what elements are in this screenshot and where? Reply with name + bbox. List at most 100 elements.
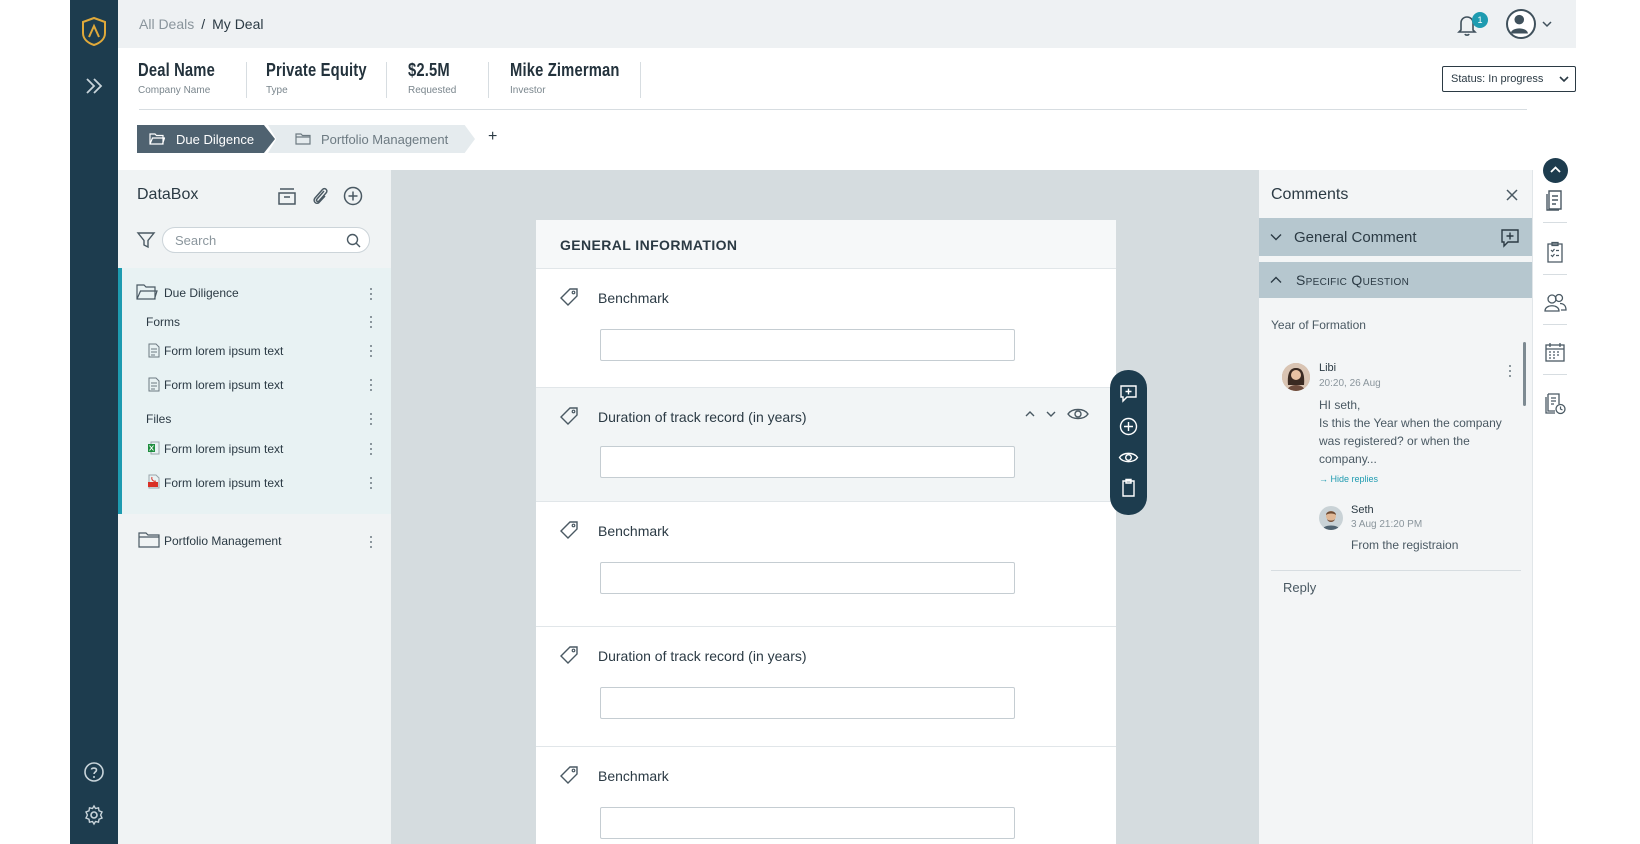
comments-title: Comments — [1271, 186, 1349, 203]
deal-requested-field: $2.5M Requested — [408, 60, 459, 96]
hide-replies-link[interactable]: → Hide replies — [1319, 474, 1378, 484]
folder-open-icon — [136, 284, 158, 300]
tab-due-diligence[interactable]: Due Dilgence — [137, 125, 275, 153]
question-row[interactable]: Benchmark — [536, 501, 1116, 626]
tree-item-due-diligence[interactable]: Due Diligence — [164, 286, 239, 300]
question-answer-input[interactable] — [600, 562, 1015, 594]
question-answer-input[interactable] — [600, 329, 1015, 361]
tree-item-form-2[interactable]: Form lorem ipsum text — [164, 378, 283, 392]
more-vertical-icon[interactable] — [369, 344, 373, 358]
comment-body-line: company... — [1319, 452, 1377, 466]
tag-icon — [560, 646, 578, 664]
more-vertical-icon[interactable] — [369, 378, 373, 392]
search-icon[interactable] — [346, 233, 361, 248]
specific-question-section[interactable]: Specific Question — [1259, 262, 1532, 298]
top-bar: All Deals / My Deal 1 — [118, 0, 1576, 48]
breadcrumb: All Deals / My Deal — [139, 16, 264, 32]
tree-item-file-2[interactable]: Form lorem ipsum text — [164, 476, 283, 490]
form-section-header: GENERAL INFORMATION — [536, 220, 1116, 268]
settings-gear-icon[interactable] — [82, 803, 106, 827]
excel-file-icon — [148, 441, 160, 455]
chevron-up-icon — [1550, 166, 1561, 173]
tag-icon — [560, 288, 578, 306]
comment-time: 20:20, 26 Aug — [1319, 378, 1381, 389]
floating-toolbar — [1110, 370, 1147, 515]
add-tab-button[interactable]: + — [488, 128, 497, 146]
user-avatar[interactable] — [1506, 9, 1536, 39]
question-answer-input[interactable] — [600, 687, 1015, 719]
divider — [1271, 570, 1521, 571]
pdf-file-icon — [148, 474, 160, 489]
tab-portfolio-management-label: Portfolio Management — [321, 132, 449, 147]
specific-question-label: Specific Question — [1296, 272, 1410, 288]
question-answer-input[interactable] — [600, 807, 1015, 839]
deal-investor-field: Mike Zimerman Investor — [510, 60, 644, 96]
question-row[interactable]: Duration of track record (in years) — [536, 626, 1116, 746]
deal-investor-label: Investor — [510, 85, 546, 96]
attachment-icon[interactable] — [309, 185, 331, 207]
databox-tree-due-diligence: Due Diligence Forms Form lorem ipsum tex… — [118, 268, 391, 514]
comments-scrollbar[interactable] — [1523, 342, 1526, 406]
chevron-down-icon — [1559, 76, 1569, 83]
filter-icon[interactable] — [136, 230, 156, 250]
tab-due-diligence-label: Due Dilgence — [176, 132, 255, 147]
add-circle-icon[interactable] — [342, 185, 364, 207]
deal-name-label: Company Name — [138, 85, 211, 96]
move-down-chevron-icon[interactable] — [1042, 405, 1060, 423]
header-divider — [139, 109, 1527, 110]
more-vertical-icon[interactable] — [369, 315, 373, 329]
comment-body-line: Is this the Year when the company — [1319, 416, 1502, 430]
archive-icon[interactable] — [276, 185, 298, 207]
more-vertical-icon[interactable] — [369, 442, 373, 456]
reply-author: Seth — [1351, 504, 1374, 516]
tag-icon — [560, 766, 578, 784]
divider — [1543, 222, 1567, 223]
folder-icon — [138, 532, 160, 548]
question-answer-input[interactable] — [600, 446, 1015, 478]
more-vertical-icon[interactable] — [369, 412, 373, 426]
hide-replies-label: Hide replies — [1330, 474, 1379, 484]
more-vertical-icon[interactable] — [369, 287, 373, 301]
add-comment-icon[interactable] — [1500, 228, 1520, 248]
more-vertical-icon[interactable] — [369, 476, 373, 490]
collapse-up-button[interactable] — [1543, 158, 1568, 183]
tree-item-file-1[interactable]: Form lorem ipsum text — [164, 442, 283, 456]
general-comment-section[interactable]: General Comment — [1259, 218, 1532, 256]
folder-icon — [295, 133, 311, 145]
move-up-chevron-icon[interactable] — [1021, 405, 1039, 423]
document-list-icon[interactable] — [1543, 188, 1567, 212]
breadcrumb-all-deals[interactable]: All Deals — [139, 16, 194, 32]
user-menu-chevron-down-icon[interactable] — [1541, 18, 1553, 30]
tree-group-forms[interactable]: Forms — [146, 315, 180, 329]
more-vertical-icon[interactable] — [369, 535, 373, 549]
add-question-icon[interactable] — [1118, 416, 1139, 437]
divider — [488, 62, 489, 98]
deal-type-label: Type — [266, 85, 288, 96]
expand-nav-icon[interactable] — [82, 74, 106, 98]
visibility-eye-icon[interactable] — [1066, 405, 1090, 423]
question-row[interactable]: Benchmark — [536, 268, 1116, 387]
tree-item-form-1[interactable]: Form lorem ipsum text — [164, 344, 283, 358]
more-vertical-icon[interactable] — [1508, 364, 1512, 378]
databox-panel: DataBox Search Due Diligence Forms Form … — [118, 170, 391, 844]
reply-button[interactable]: Reply — [1283, 580, 1316, 595]
tree-group-files[interactable]: Files — [146, 412, 171, 426]
close-icon[interactable] — [1505, 188, 1519, 202]
question-row[interactable]: Benchmark — [536, 746, 1116, 844]
help-icon[interactable] — [82, 760, 106, 784]
status-select[interactable]: Status: In progress — [1442, 66, 1576, 92]
preview-eye-icon[interactable] — [1118, 447, 1139, 468]
databox-search-input[interactable]: Search — [162, 227, 370, 253]
document-clock-icon[interactable] — [1543, 391, 1567, 415]
clipboard-icon[interactable] — [1118, 477, 1139, 498]
users-group-icon[interactable] — [1543, 290, 1567, 314]
question-row-selected[interactable]: Duration of track record (in years) — [536, 387, 1116, 501]
checklist-clipboard-icon[interactable] — [1543, 240, 1567, 264]
comments-panel: Comments General Comment Specific Questi… — [1259, 170, 1532, 844]
logo-icon — [82, 16, 106, 46]
breadcrumb-separator: / — [201, 16, 206, 32]
add-comment-icon[interactable] — [1118, 383, 1139, 404]
tab-portfolio-management[interactable]: Portfolio Management — [268, 125, 475, 153]
calendar-icon[interactable] — [1543, 340, 1567, 364]
tree-item-portfolio-management[interactable]: Portfolio Management — [164, 534, 281, 548]
